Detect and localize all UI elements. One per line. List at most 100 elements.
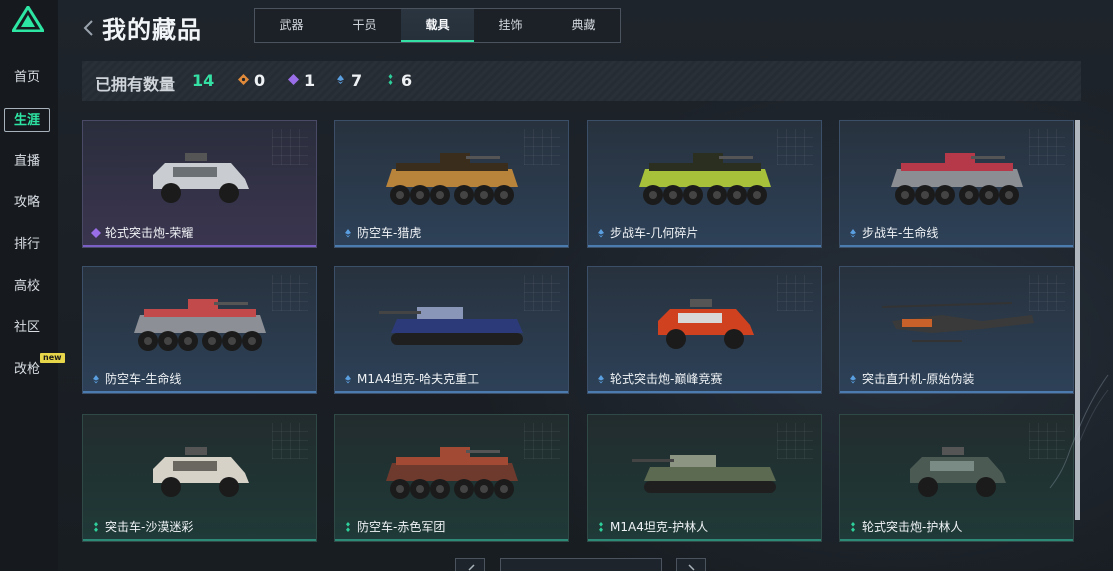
card-name: 突击直升机-原始伪装 — [862, 372, 975, 386]
card-name: M1A4坦克-护林人 — [610, 520, 709, 534]
apc-icon — [635, 147, 775, 215]
new-badge: new — [40, 353, 65, 363]
green-diamond-icon — [388, 74, 393, 85]
blue-rarity-icon — [850, 375, 856, 384]
card-name: 防空车-赤色军团 — [357, 520, 446, 534]
owned-count-label: 已拥有数量 — [95, 75, 176, 94]
rarity-bar — [335, 245, 568, 247]
rarity-bar — [588, 539, 821, 541]
rarity-bar — [83, 245, 316, 247]
armored-car-icon — [145, 443, 255, 507]
rarity-bar — [335, 391, 568, 393]
sidebar-item-community[interactable]: 社区 — [4, 316, 50, 340]
card-label: 突击车-沙漠迷彩 — [91, 518, 193, 535]
card-name: 轮式突击炮-荣耀 — [105, 226, 194, 240]
card-label: 防空车-生命线 — [91, 370, 181, 387]
green-rarity-icon — [599, 522, 603, 532]
prev-page-button[interactable] — [455, 558, 485, 571]
rarity-bar — [840, 245, 1073, 247]
rarity-count-value: 6 — [401, 71, 413, 90]
owned-count-total: 14 — [192, 71, 215, 90]
tab-vehicles[interactable]: 载具 — [401, 9, 474, 42]
app-window: 首页 生涯 直播 攻略 排行 高校 社区 改枪 new 我的藏品 武器 干员 载… — [0, 0, 1113, 571]
card-name: 防空车-生命线 — [105, 372, 182, 386]
card-label: 步战车-几何碎片 — [596, 224, 698, 241]
apc-icon — [130, 293, 270, 361]
card-label: 步战车-生命线 — [848, 224, 938, 241]
blue-rarity-icon — [345, 375, 351, 384]
collection-card[interactable]: 步战车-生命线 — [839, 120, 1074, 248]
armored-car-icon — [650, 295, 760, 359]
green-rarity-icon — [851, 522, 855, 532]
card-name: 轮式突击炮-护林人 — [862, 520, 963, 534]
card-label: 轮式突击炮-荣耀 — [91, 224, 193, 241]
tank-icon — [377, 297, 527, 357]
rarity-bar — [588, 245, 821, 247]
card-label: 轮式突击炮-护林人 — [848, 518, 962, 535]
sidebar-item-live[interactable]: 直播 — [4, 150, 50, 174]
next-page-button[interactable] — [676, 558, 706, 571]
back-arrow-icon[interactable] — [82, 18, 96, 38]
apc-icon — [382, 441, 522, 509]
tab-collection[interactable]: 典藏 — [547, 9, 620, 42]
card-label: 防空车-猎虎 — [343, 224, 421, 241]
rarity-bar — [840, 539, 1073, 541]
collection-card[interactable]: 防空车-生命线 — [82, 266, 317, 394]
helicopter-icon — [872, 297, 1042, 357]
tank-icon — [630, 445, 780, 505]
card-name: M1A4坦克-哈夫克重工 — [357, 372, 480, 386]
card-name: 轮式突击炮-巅峰竞赛 — [610, 372, 723, 386]
armored-car-icon — [902, 443, 1012, 507]
tab-operators[interactable]: 干员 — [328, 9, 401, 42]
collection-card[interactable]: 防空车-猎虎 — [334, 120, 569, 248]
collection-card[interactable]: 防空车-赤色军团 — [334, 414, 569, 542]
purple-rarity-icon — [91, 228, 101, 238]
collection-card[interactable]: M1A4坦克-护林人 — [587, 414, 822, 542]
tab-charms[interactable]: 挂饰 — [474, 9, 547, 42]
sidebar-item-guides[interactable]: 攻略 — [4, 191, 50, 215]
tab-weapons[interactable]: 武器 — [255, 9, 328, 42]
chevron-right-icon — [688, 564, 695, 571]
rarity-count-orange: 0 — [238, 71, 265, 90]
card-label: M1A4坦克-护林人 — [596, 518, 708, 535]
page-title: 我的藏品 — [102, 16, 202, 44]
blue-rarity-icon — [93, 375, 99, 384]
blue-rarity-icon — [850, 229, 856, 238]
collection-card[interactable]: 步战车-几何碎片 — [587, 120, 822, 248]
logo-icon — [12, 6, 44, 32]
rarity-count-value: 0 — [254, 71, 266, 90]
rarity-bar — [588, 391, 821, 393]
card-label: M1A4坦克-哈夫克重工 — [343, 370, 479, 387]
rarity-count-purple: 1 — [288, 71, 315, 90]
rarity-bar — [83, 539, 316, 541]
rarity-count-blue: 7 — [335, 71, 362, 90]
sidebar: 首页 生涯 直播 攻略 排行 高校 社区 改枪 new — [0, 0, 65, 571]
sidebar-item-home[interactable]: 首页 — [4, 66, 50, 90]
card-name: 防空车-猎虎 — [357, 226, 422, 240]
purple-diamond-icon — [288, 74, 299, 85]
collection-card[interactable]: M1A4坦克-哈夫克重工 — [334, 266, 569, 394]
card-label: 防空车-赤色军团 — [343, 518, 445, 535]
rarity-count-green: 6 — [385, 71, 412, 90]
orange-diamond-icon — [238, 74, 249, 85]
card-name: 步战车-几何碎片 — [610, 226, 699, 240]
blue-diamond-icon — [337, 75, 344, 84]
collection-card[interactable]: 轮式突击炮-荣耀 — [82, 120, 317, 248]
decorative-light-streak — [1049, 374, 1109, 489]
page-indicator — [500, 558, 662, 571]
rarity-bar — [335, 539, 568, 541]
blue-rarity-icon — [598, 229, 604, 238]
collection-card[interactable]: 突击车-沙漠迷彩 — [82, 414, 317, 542]
chevron-left-icon — [468, 564, 475, 571]
rarity-bar — [83, 391, 316, 393]
green-rarity-icon — [94, 522, 98, 532]
sidebar-item-rankings[interactable]: 排行 — [4, 233, 50, 257]
apc-icon — [887, 147, 1027, 215]
green-rarity-icon — [346, 522, 350, 532]
rarity-count-value: 7 — [351, 71, 363, 90]
rarity-count-value: 1 — [304, 71, 316, 90]
sidebar-item-colleges[interactable]: 高校 — [4, 275, 50, 299]
collection-card[interactable]: 轮式突击炮-巅峰竞赛 — [587, 266, 822, 394]
sidebar-item-career[interactable]: 生涯 — [4, 108, 50, 132]
blue-rarity-icon — [345, 229, 351, 238]
